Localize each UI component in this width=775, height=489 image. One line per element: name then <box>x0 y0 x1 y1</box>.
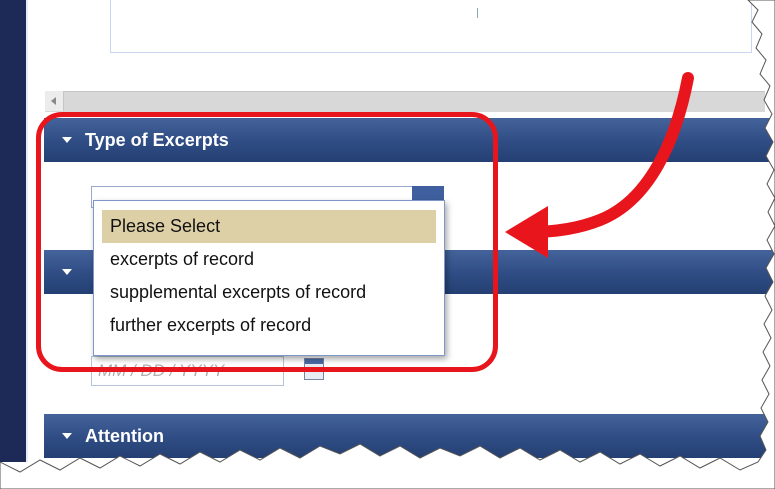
annotation-arrow <box>505 72 694 258</box>
arrow-head-icon <box>505 206 548 258</box>
